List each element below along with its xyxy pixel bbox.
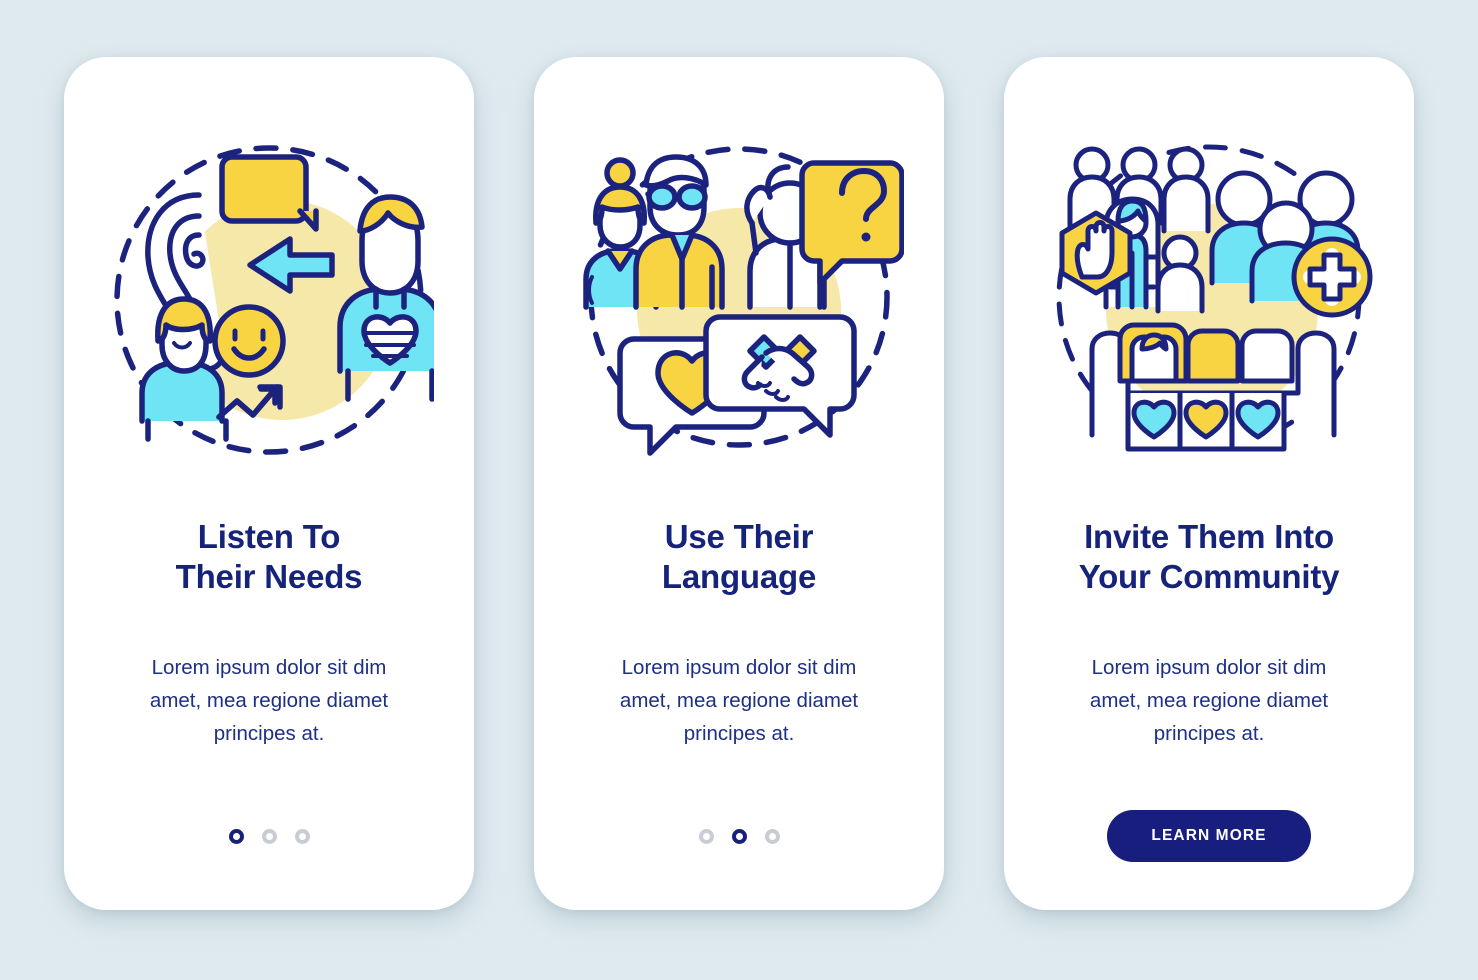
- card-body-line1: Lorem ipsum dolor sit dim: [151, 656, 387, 679]
- card-title-line1: Invite Them Into: [1084, 518, 1334, 555]
- onboarding-screens-container: Listen To Their Needs Lorem ipsum dolor …: [0, 0, 1478, 980]
- card-body-line1: Lorem ipsum dolor sit dim: [621, 656, 857, 679]
- card-title-line1: Use Their: [664, 518, 814, 555]
- pagination-dot-1[interactable]: [228, 828, 244, 844]
- onboarding-card-community: Invite Them Into Your Community Lorem ip…: [1004, 57, 1414, 910]
- striped-heart-icon: [361, 314, 419, 366]
- onboarding-card-language: Use Their Language Lorem ipsum dolor sit…: [534, 57, 944, 910]
- card-body-line2: amet, mea regione diamet: [619, 689, 859, 713]
- learn-more-button[interactable]: LEARN MORE: [1107, 810, 1311, 862]
- listen-to-needs-illustration: [64, 57, 474, 517]
- card-footer: [534, 810, 944, 862]
- card-title-line2: Their Needs: [175, 558, 363, 596]
- smiley-face-icon: [212, 304, 286, 378]
- card-footer: [64, 810, 474, 862]
- card-description: Lorem ipsum dolor sit dim amet, mea regi…: [582, 651, 896, 751]
- community-illustration-svg: [1056, 144, 1373, 452]
- pagination-dot-2[interactable]: [261, 828, 277, 844]
- pagination-dots: [228, 828, 310, 844]
- card-body-line3: principes at.: [213, 722, 325, 746]
- use-their-language-illustration: [534, 57, 944, 517]
- card-body-line3: principes at.: [1153, 722, 1265, 746]
- invite-into-community-illustration: [1004, 57, 1414, 517]
- card-body-line2: amet, mea regione diamet: [1089, 689, 1329, 713]
- card-body-line3: principes at.: [683, 722, 795, 746]
- page-title: Listen To Their Needs: [154, 517, 385, 603]
- listen-illustration-svg: [114, 145, 434, 455]
- page-title: Use Their Language: [640, 517, 838, 603]
- pagination-dot-3[interactable]: [764, 828, 780, 844]
- pagination-dots: [698, 828, 780, 844]
- card-title-line1: Listen To: [197, 518, 341, 555]
- onboarding-card-listen: Listen To Their Needs Lorem ipsum dolor …: [64, 57, 474, 910]
- pagination-dot-1[interactable]: [698, 828, 714, 844]
- speech-bubble-icon: [219, 154, 309, 224]
- card-footer: LEARN MORE: [1004, 810, 1414, 862]
- card-description: Lorem ipsum dolor sit dim amet, mea regi…: [1052, 651, 1366, 751]
- card-body-line2: amet, mea regione diamet: [149, 689, 389, 713]
- language-illustration-svg: [583, 146, 904, 456]
- add-person-plus-icon: [1291, 236, 1373, 318]
- pagination-dot-3[interactable]: [294, 828, 310, 844]
- stop-hand-hexagon-icon: [1059, 210, 1133, 296]
- card-title-line2: Language: [661, 558, 817, 596]
- card-title-line2: Your Community: [1078, 558, 1340, 596]
- card-body-line1: Lorem ipsum dolor sit dim: [1091, 656, 1327, 679]
- pagination-dot-2[interactable]: [731, 828, 747, 844]
- card-description: Lorem ipsum dolor sit dim amet, mea regi…: [112, 651, 426, 751]
- page-title: Invite Them Into Your Community: [1057, 517, 1362, 603]
